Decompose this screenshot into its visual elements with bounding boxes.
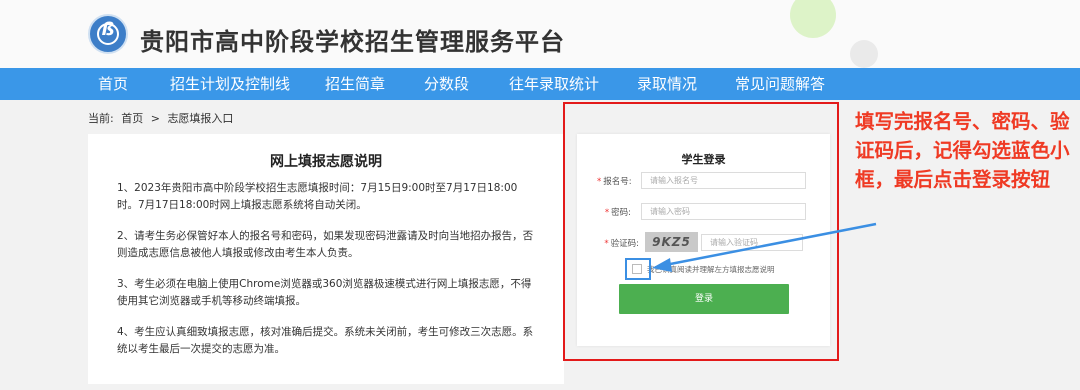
annotation-arrow <box>652 222 877 272</box>
annotation-text: 填写完报名号、密码、验证码后，记得勾选蓝色小框，最后点击登录按钮 <box>855 110 1070 191</box>
